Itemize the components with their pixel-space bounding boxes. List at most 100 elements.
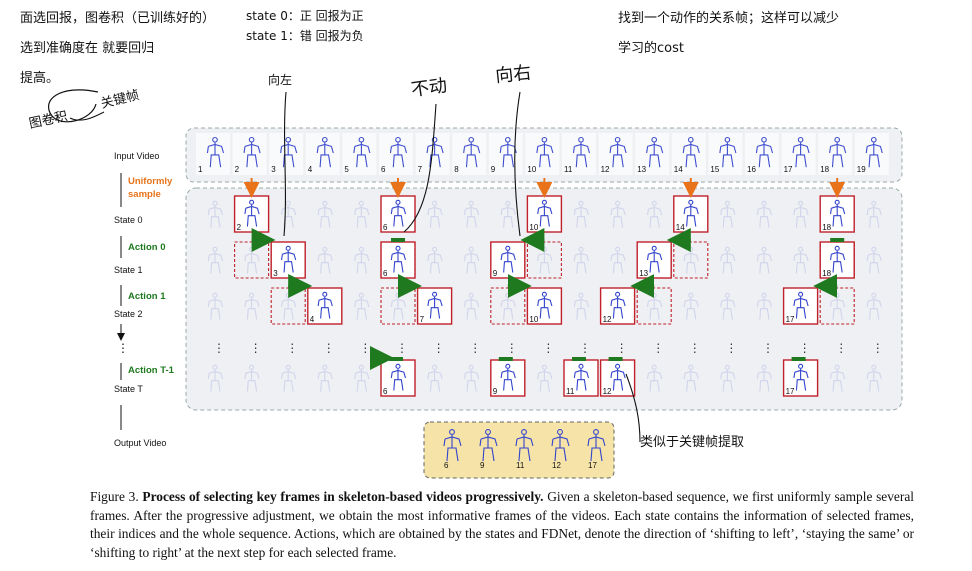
input-frame-index: 15 <box>710 165 719 174</box>
input-frame-index: 9 <box>491 165 496 174</box>
row-ellipsis: ⋮ <box>286 341 298 355</box>
selected-frame-index: 2 <box>237 223 242 232</box>
note-shift-left: 向左 <box>268 72 292 87</box>
output-frame-index: 12 <box>552 461 561 470</box>
note-similar: 类似于关键帧提取 <box>640 434 744 450</box>
input-frame-index: 16 <box>747 165 756 174</box>
selected-frame-index: 12 <box>603 387 612 396</box>
label-action-t1: Action T-1 <box>128 365 175 376</box>
row-ellipsis: ⋮ <box>762 341 774 355</box>
label-action1: Action 1 <box>128 291 166 302</box>
action-stay-mark <box>391 238 405 242</box>
selected-frame-index: 18 <box>822 269 831 278</box>
label-state-t: State T <box>114 384 143 394</box>
action-stay-mark <box>791 357 806 361</box>
note-graph-conv: 图卷积 <box>28 108 69 132</box>
input-frame-index: 4 <box>308 165 313 174</box>
input-frame-index: 17 <box>784 165 793 174</box>
input-frame-index: 5 <box>344 165 349 174</box>
input-frame-index: 6 <box>381 165 386 174</box>
paper-page: Input Video Uniformly sample State 0 Act… <box>0 0 972 571</box>
selected-frame-index: 6 <box>383 387 388 396</box>
input-frame-index: 1 <box>198 165 203 174</box>
row-ellipsis: ⋮ <box>250 341 262 355</box>
row-ellipsis: ⋮ <box>835 341 847 355</box>
label-action0: Action 0 <box>128 242 165 253</box>
figure-3: Input Video Uniformly sample State 0 Act… <box>20 8 903 479</box>
selected-frame-index: 10 <box>529 315 538 324</box>
row-ellipsis: ⋮ <box>396 341 408 355</box>
input-frame-index: 2 <box>235 165 240 174</box>
caption-title: Process of selecting key frames in skele… <box>142 489 544 504</box>
row-ellipsis: ⋮ <box>725 341 737 355</box>
output-frame-index: 9 <box>480 461 485 470</box>
selected-frame-index: 3 <box>273 269 278 278</box>
output-frame-index: 17 <box>588 461 597 470</box>
row-ellipsis: ⋮ <box>213 341 225 355</box>
selected-frame-index: 17 <box>786 387 795 396</box>
caption-label: Figure 3. <box>90 489 139 504</box>
row-ellipsis: ⋮ <box>506 341 518 355</box>
note-top-left-3: 提高。 <box>20 70 59 86</box>
row-ellipsis: ⋮ <box>872 341 884 355</box>
output-frame-index: 11 <box>516 461 525 470</box>
selected-frame-index: 6 <box>383 269 388 278</box>
row-ellipsis: ⋮ <box>616 341 628 355</box>
input-frame-index: 12 <box>601 165 610 174</box>
input-frame-index: 18 <box>820 165 829 174</box>
row-ellipsis: ⋮ <box>542 341 554 355</box>
label-output-video: Output Video <box>114 438 166 448</box>
action-stay-mark <box>498 357 513 361</box>
input-frame-index: 7 <box>418 165 423 174</box>
input-frames: 1 2 3 4 5 6 7 8 9 10 11 12 13 14 15 16 17 18 19 <box>196 133 889 175</box>
note-top-right-2: 学习的cost <box>618 40 684 56</box>
figure-caption: Figure 3. Process of selecting key frame… <box>90 488 914 562</box>
action-stay-mark <box>389 357 403 361</box>
note-state-1: state 1：错 回报为负 <box>246 28 364 43</box>
note-state-0: state 0：正 回报为正 <box>246 8 364 23</box>
selected-frame-index: 11 <box>566 387 575 396</box>
note-keyframe: 关键帧 <box>99 88 140 112</box>
label-state1: State 1 <box>114 265 143 275</box>
selected-frame-index: 17 <box>786 315 795 324</box>
selected-frame-index: 14 <box>676 223 685 232</box>
action-stay-mark <box>572 357 586 361</box>
note-stay: 不动 <box>410 75 449 101</box>
selected-frame-index: 13 <box>639 269 648 278</box>
note-shift-right: 向右 <box>494 62 532 87</box>
row-ellipsis: ⋮ <box>469 341 481 355</box>
label-state0: State 0 <box>114 215 143 225</box>
selected-frame-index: 9 <box>493 269 498 278</box>
row-ellipsis: ⋮ <box>433 341 445 355</box>
note-top-left-2: 选到准确度在 就要回归 <box>20 40 154 56</box>
note-top-left-1: 面选回报，图卷积（已训练好的） <box>20 10 215 26</box>
action-stay-mark <box>608 357 623 361</box>
input-frame-index: 19 <box>857 165 866 174</box>
input-frame-index: 14 <box>674 165 683 174</box>
row-ellipsis: ⋮ <box>689 341 701 355</box>
input-frame-index: 10 <box>527 165 536 174</box>
row-ellipsis: ⋮ <box>359 341 371 355</box>
label-state2: State 2 <box>114 309 143 319</box>
selected-frame-index: 6 <box>383 223 388 232</box>
row-ellipsis: ⋮ <box>799 341 811 355</box>
input-frame-index: 8 <box>454 165 459 174</box>
note-top-right-1: 找到一个动作的关系帧；这样可以减少 <box>618 10 839 26</box>
input-frame-index: 13 <box>637 165 646 174</box>
action-stay-mark <box>830 238 845 242</box>
label-uniform-1: Uniformly <box>128 176 173 187</box>
selected-frame-index: 18 <box>822 223 831 232</box>
output-frame-index: 6 <box>444 461 449 470</box>
label-dots: ⋮ <box>117 341 129 355</box>
selected-frame-index: 10 <box>529 223 538 232</box>
selected-frame-index: 4 <box>310 315 315 324</box>
input-frame-index: 11 <box>564 165 573 174</box>
row-ellipsis: ⋮ <box>652 341 664 355</box>
selected-frame-index: 9 <box>493 387 498 396</box>
row-ellipsis: ⋮ <box>323 341 335 355</box>
row-ellipsis: ⋮ <box>579 341 591 355</box>
input-frame-index: 3 <box>271 165 276 174</box>
label-uniform-2: sample <box>128 189 161 200</box>
selected-frame-index: 12 <box>603 315 612 324</box>
label-input-video: Input Video <box>114 151 159 161</box>
